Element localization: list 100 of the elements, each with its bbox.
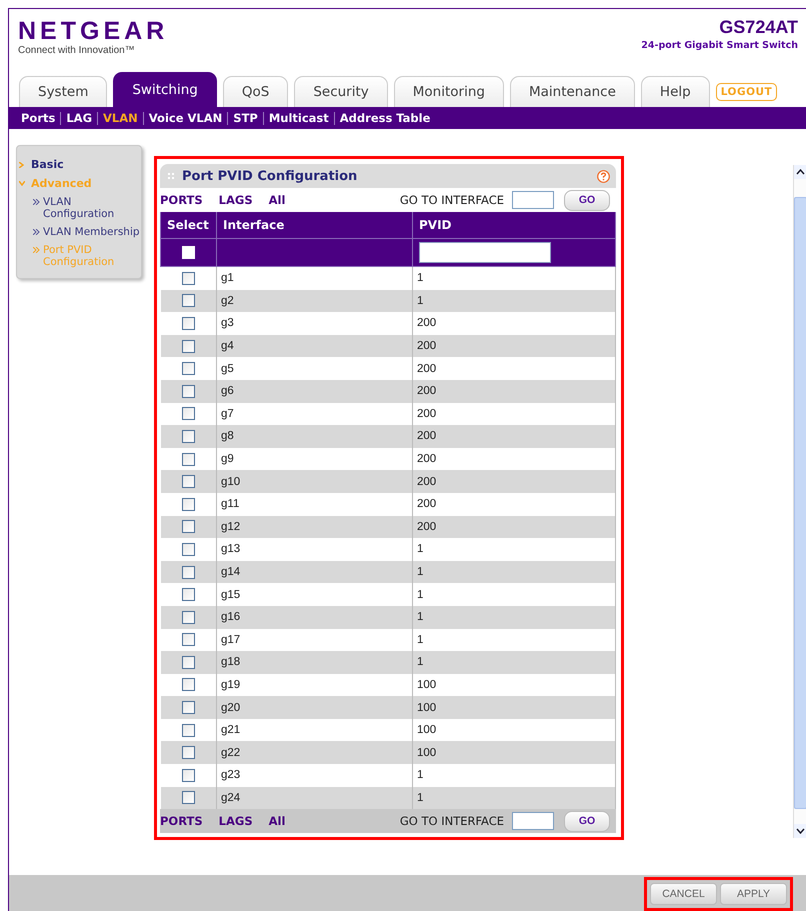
nav-tab[interactable]: Switching	[113, 72, 217, 107]
row-checkbox[interactable]	[182, 430, 195, 443]
row-checkbox[interactable]	[182, 791, 195, 804]
row-checkbox[interactable]	[182, 362, 195, 376]
go-button[interactable]: GO	[564, 190, 610, 210]
nav-tab[interactable]: QoS	[222, 76, 288, 107]
grip-icon	[168, 173, 174, 179]
scroll-up-icon[interactable]	[796, 169, 805, 175]
column-header: PVID	[412, 212, 616, 238]
table-cell: g19	[216, 674, 412, 696]
row-checkbox[interactable]	[182, 316, 195, 330]
filter-link[interactable]: PORTS	[160, 193, 203, 207]
row-checkbox[interactable]	[182, 746, 195, 760]
table-cell: 100	[412, 718, 616, 742]
table-cell: g23	[216, 764, 412, 787]
subnav-link[interactable]: STP	[233, 111, 258, 125]
scroll-down-icon[interactable]	[796, 828, 805, 834]
filter-link[interactable]: LAGS	[218, 193, 253, 207]
subnav-link[interactable]: LAG	[66, 111, 92, 125]
row-checkbox[interactable]	[182, 768, 195, 782]
table-cell: g21	[216, 718, 412, 742]
nav-tab[interactable]: Maintenance	[510, 76, 635, 107]
row-checkbox[interactable]	[182, 475, 195, 488]
table-cell: 200	[412, 492, 616, 516]
row-checkbox[interactable]	[182, 610, 195, 624]
help-icon[interactable]	[597, 170, 610, 182]
table-cell: 100	[412, 674, 616, 696]
table-cell: g13	[216, 538, 412, 561]
model-name: GS724AT	[718, 17, 798, 38]
filter-link[interactable]: LAGS	[218, 814, 253, 828]
subnav-link[interactable]: Voice VLAN	[148, 111, 222, 125]
table-cell: g12	[216, 516, 412, 538]
go-button[interactable]: GO	[564, 810, 610, 832]
row-checkbox[interactable]	[182, 566, 195, 579]
table-cell: 1	[412, 266, 616, 290]
nav-tab[interactable]: System	[19, 76, 108, 107]
filter-link[interactable]: All	[268, 193, 286, 207]
table-cell: 1	[412, 583, 616, 606]
table-cell: 200	[412, 334, 616, 358]
row-checkbox[interactable]	[182, 633, 195, 646]
table-cell: 1	[412, 560, 616, 584]
nav-tab[interactable]: Help	[640, 76, 710, 107]
row-checkbox[interactable]	[182, 588, 195, 602]
table-cell: g22	[216, 741, 412, 764]
row-checkbox[interactable]	[182, 701, 195, 714]
nav-tab[interactable]: Monitoring	[394, 76, 504, 107]
panel-title: Port PVID Configuration	[182, 168, 358, 184]
row-checkbox[interactable]	[182, 656, 195, 669]
table-cell: g6	[216, 380, 412, 403]
filter-link[interactable]: PORTS	[160, 814, 203, 828]
table-cell: 200	[412, 380, 616, 403]
table-cell: g5	[216, 357, 412, 380]
row-checkbox[interactable]	[182, 520, 195, 534]
sidebar-item[interactable]: Basic	[31, 158, 64, 171]
row-checkbox[interactable]	[182, 294, 195, 308]
table-cell: 200	[412, 312, 616, 335]
table-cell: g10	[216, 470, 412, 493]
row-checkbox[interactable]	[182, 678, 195, 692]
action-button[interactable]: APPLY	[720, 882, 787, 904]
subnav-link[interactable]: Address Table	[340, 111, 430, 125]
table-cell: 1	[412, 628, 616, 652]
sidebar-subitem[interactable]: VLAN Configuration	[43, 196, 141, 220]
table-cell: 200	[412, 425, 616, 448]
row-checkbox[interactable]	[182, 498, 195, 511]
subnav-link[interactable]: VLAN	[103, 111, 138, 125]
table-cell: g16	[216, 606, 412, 628]
action-button[interactable]: CANCEL	[650, 882, 717, 904]
row-checkbox[interactable]	[182, 340, 195, 353]
double-chevron-icon	[33, 229, 40, 235]
pvid-input[interactable]	[419, 242, 551, 263]
table-cell: 1	[412, 764, 616, 787]
select-all-checkbox[interactable]	[182, 246, 195, 259]
row-checkbox[interactable]	[182, 724, 195, 737]
interface-input[interactable]	[512, 191, 554, 209]
subnav-link[interactable]: Ports	[21, 111, 56, 125]
interface-input[interactable]	[512, 812, 554, 830]
table-cell: g8	[216, 425, 412, 448]
table-cell: 1	[412, 606, 616, 628]
table-cell: 200	[412, 448, 616, 470]
table-cell: g15	[216, 583, 412, 606]
subnav-link[interactable]: Multicast	[268, 111, 329, 125]
table-cell: 100	[412, 741, 616, 764]
table-cell: g24	[216, 786, 412, 810]
row-checkbox[interactable]	[182, 384, 195, 398]
row-checkbox[interactable]	[182, 272, 195, 285]
column-header: Interface	[216, 212, 412, 238]
goto-label: GO TO INTERFACE	[400, 814, 504, 828]
table-cell: g7	[216, 402, 412, 426]
table-cell: 100	[412, 696, 616, 719]
brand-tagline: Connect with Innovation™	[18, 45, 136, 56]
table-cell: 200	[412, 357, 616, 380]
nav-tab[interactable]: Security	[294, 76, 388, 107]
row-checkbox[interactable]	[182, 407, 195, 420]
table-cell: g11	[216, 492, 412, 516]
table-cell: 200	[412, 402, 616, 426]
sidebar-subitem[interactable]: VLAN Membership	[43, 226, 141, 238]
row-checkbox[interactable]	[182, 452, 195, 466]
filter-link[interactable]: All	[268, 814, 286, 828]
row-checkbox[interactable]	[182, 542, 195, 556]
scrollbar[interactable]	[793, 165, 806, 838]
